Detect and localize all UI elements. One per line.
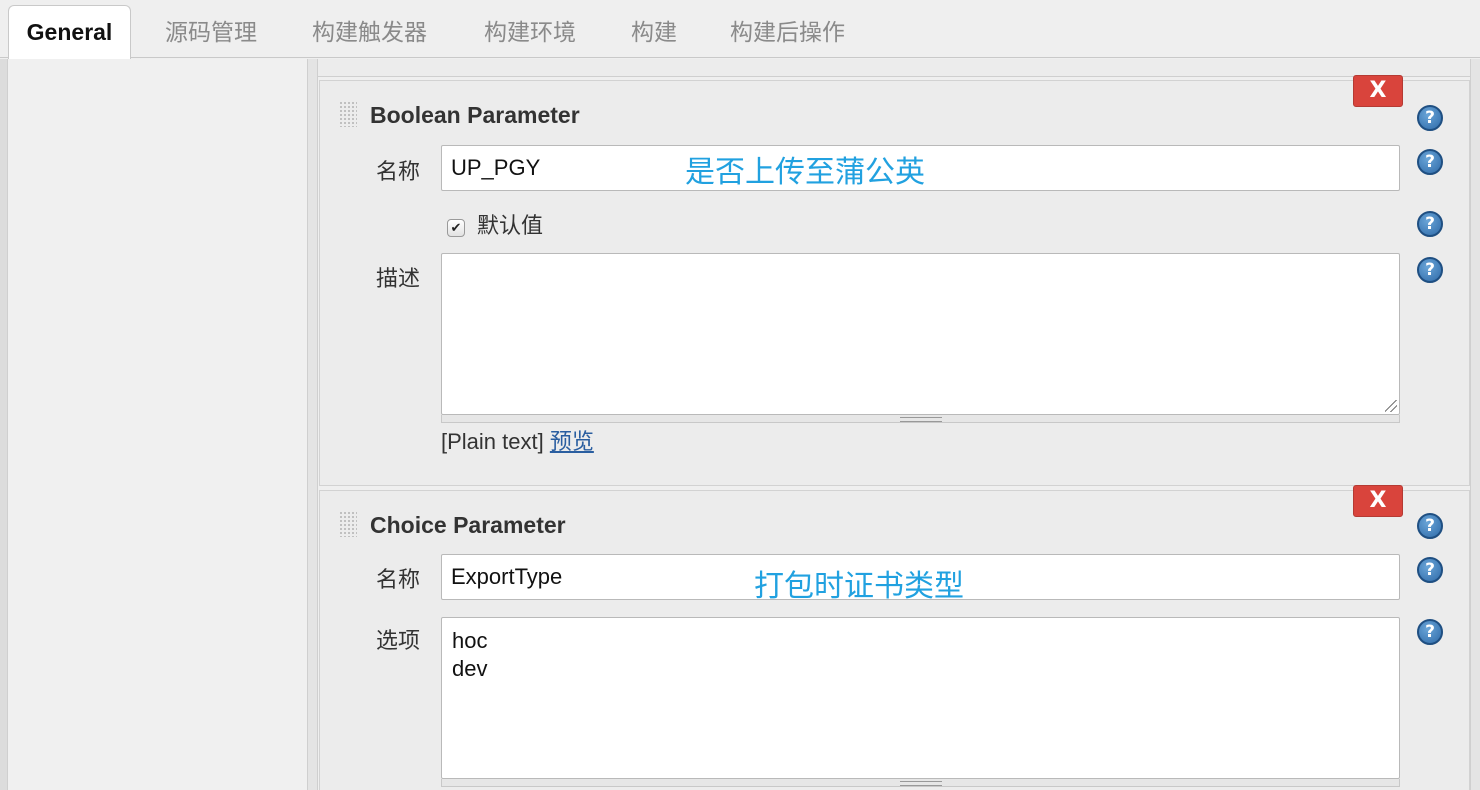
help-icon[interactable]: ? — [1417, 557, 1443, 583]
previous-param-block-edge — [318, 59, 1470, 77]
description-label: 描述 — [376, 267, 421, 292]
name-annotation: 是否上传至蒲公英 — [685, 155, 925, 190]
help-icon[interactable]: ? — [1417, 513, 1443, 539]
textarea-expand-handle[interactable] — [441, 779, 1400, 787]
help-icon[interactable]: ? — [1417, 105, 1443, 131]
choices-textarea[interactable]: hoc dev — [441, 617, 1400, 779]
tab-source-management[interactable]: 源码管理 — [165, 18, 257, 48]
name-label: 名称 — [376, 568, 421, 593]
drag-handle-icon[interactable] — [339, 511, 357, 537]
tab-general[interactable]: General — [8, 5, 131, 59]
delete-parameter-button[interactable]: X — [1353, 75, 1403, 107]
config-tab-bar: General 源码管理 构建触发器 构建环境 构建 构建后操作 — [0, 0, 1480, 59]
tab-build[interactable]: 构建 — [631, 18, 677, 48]
help-icon[interactable]: ? — [1417, 211, 1443, 237]
help-icon[interactable]: ? — [1417, 619, 1443, 645]
name-label: 名称 — [376, 160, 421, 185]
description-textarea[interactable] — [441, 253, 1400, 415]
tab-post-build-actions[interactable]: 构建后操作 — [730, 18, 845, 48]
param-title: Boolean Parameter — [370, 102, 580, 128]
textarea-expand-handle[interactable] — [441, 415, 1400, 423]
help-icon[interactable]: ? — [1417, 149, 1443, 175]
tab-build-environment[interactable]: 构建环境 — [484, 18, 576, 48]
param-title: Choice Parameter — [370, 512, 566, 538]
boolean-parameter-block: Boolean Parameter X ? 名称 UP_PGY 是否上传至蒲公英… — [319, 75, 1470, 486]
tab-build-triggers[interactable]: 构建触发器 — [312, 18, 427, 48]
markup-format-label: [Plain text] — [441, 429, 544, 454]
choices-label: 选项 — [376, 629, 421, 654]
markup-format-row: [Plain text] 预览 — [441, 424, 594, 456]
left-edge-strip — [0, 59, 8, 790]
name-annotation: 打包时证书类型 — [754, 569, 964, 604]
help-icon[interactable]: ? — [1417, 257, 1443, 283]
resize-grip-icon[interactable] — [1385, 400, 1397, 412]
choice-parameter-block: Choice Parameter X ? 名称 ExportType 打包时证书… — [319, 485, 1470, 790]
right-gutter — [1470, 59, 1480, 790]
drag-handle-icon[interactable] — [339, 101, 357, 127]
delete-parameter-button[interactable]: X — [1353, 485, 1403, 517]
default-value-checkbox[interactable]: ✔ — [447, 219, 465, 237]
section-gutter — [308, 59, 318, 790]
default-value-label: 默认值 — [477, 214, 544, 239]
preview-link[interactable]: 预览 — [550, 430, 594, 455]
left-side-panel — [8, 59, 308, 790]
